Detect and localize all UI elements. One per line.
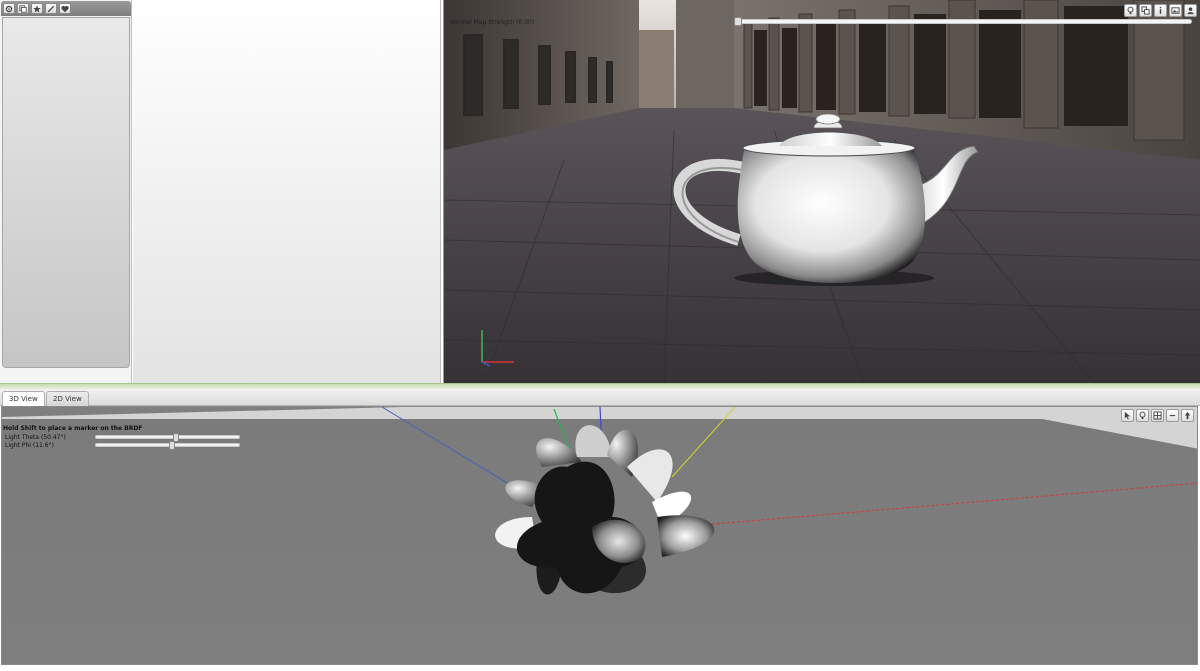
add-brdf-button[interactable] <box>3 3 15 14</box>
user-icon <box>1187 7 1194 15</box>
brdf-view-panel: 3D View 2D View Hold Shift to place a ma… <box>0 389 1200 671</box>
heart-icon <box>61 5 69 12</box>
gear-icon <box>5 5 13 12</box>
select-button[interactable] <box>1121 409 1134 422</box>
environment-scene <box>444 0 1200 383</box>
brdf-3d-view[interactable]: Hold Shift to place a marker on the BRDF… <box>1 406 1198 665</box>
favorite-button[interactable] <box>31 3 43 14</box>
tab-3d-view[interactable]: 3D View <box>2 391 45 407</box>
star-icon <box>33 4 41 12</box>
info-icon <box>1159 6 1162 14</box>
lightbulb-icon <box>1127 6 1134 15</box>
arrow-up-icon <box>1184 411 1191 420</box>
light-toggle-button[interactable] <box>1136 409 1149 422</box>
minus-icon <box>1169 415 1176 417</box>
brdf-list[interactable] <box>2 17 130 368</box>
3d-view-toolbar <box>1121 409 1194 422</box>
export-button[interactable] <box>1181 409 1194 422</box>
user-button[interactable] <box>1184 4 1197 17</box>
brdf-list-panel <box>0 0 132 383</box>
light-phi-thumb[interactable] <box>169 441 175 450</box>
tab-2d-view[interactable]: 2D View <box>46 391 89 406</box>
parameter-panel <box>133 0 441 383</box>
lightbulb-icon <box>1139 411 1146 420</box>
normal-map-strength-slider[interactable] <box>734 17 1192 26</box>
light-phi-label: Light Phi (11.6°) <box>5 442 54 449</box>
edit-button[interactable] <box>45 3 57 14</box>
layers-icon <box>1141 6 1150 15</box>
normal-map-strength-label: Normal Map Strength (0.00) <box>450 19 535 26</box>
light-theta-slider[interactable] <box>95 433 240 442</box>
viewport-toolbar <box>1124 4 1197 17</box>
brdf-explorer-app: Normal Map Strength (0.00) 3D View 2D Vi… <box>0 0 1200 671</box>
image-viewport[interactable]: Normal Map Strength (0.00) <box>443 0 1200 383</box>
info-button[interactable] <box>1154 4 1167 17</box>
image-button[interactable] <box>1169 4 1182 17</box>
normal-map-strength-thumb[interactable] <box>734 17 742 26</box>
layers-button[interactable] <box>17 3 29 14</box>
light-phi-slider[interactable] <box>95 441 240 450</box>
brdf-list-toolbar <box>1 1 131 16</box>
pencil-icon <box>47 5 55 12</box>
image-icon <box>1171 7 1180 14</box>
view-tabs: 3D View 2D View <box>0 389 1200 407</box>
light-button[interactable] <box>1124 4 1137 17</box>
layers-toggle-button[interactable] <box>1139 4 1152 17</box>
minimize-button[interactable] <box>1166 409 1179 422</box>
cursor-icon <box>1124 411 1131 420</box>
grid-toggle-button[interactable] <box>1151 409 1164 422</box>
like-button[interactable] <box>59 3 71 14</box>
layers-icon <box>19 4 27 13</box>
grid-icon <box>1153 411 1162 420</box>
marker-hint: Hold Shift to place a marker on the BRDF <box>3 425 143 432</box>
light-theta-label: Light Theta (50.47°) <box>5 434 66 441</box>
